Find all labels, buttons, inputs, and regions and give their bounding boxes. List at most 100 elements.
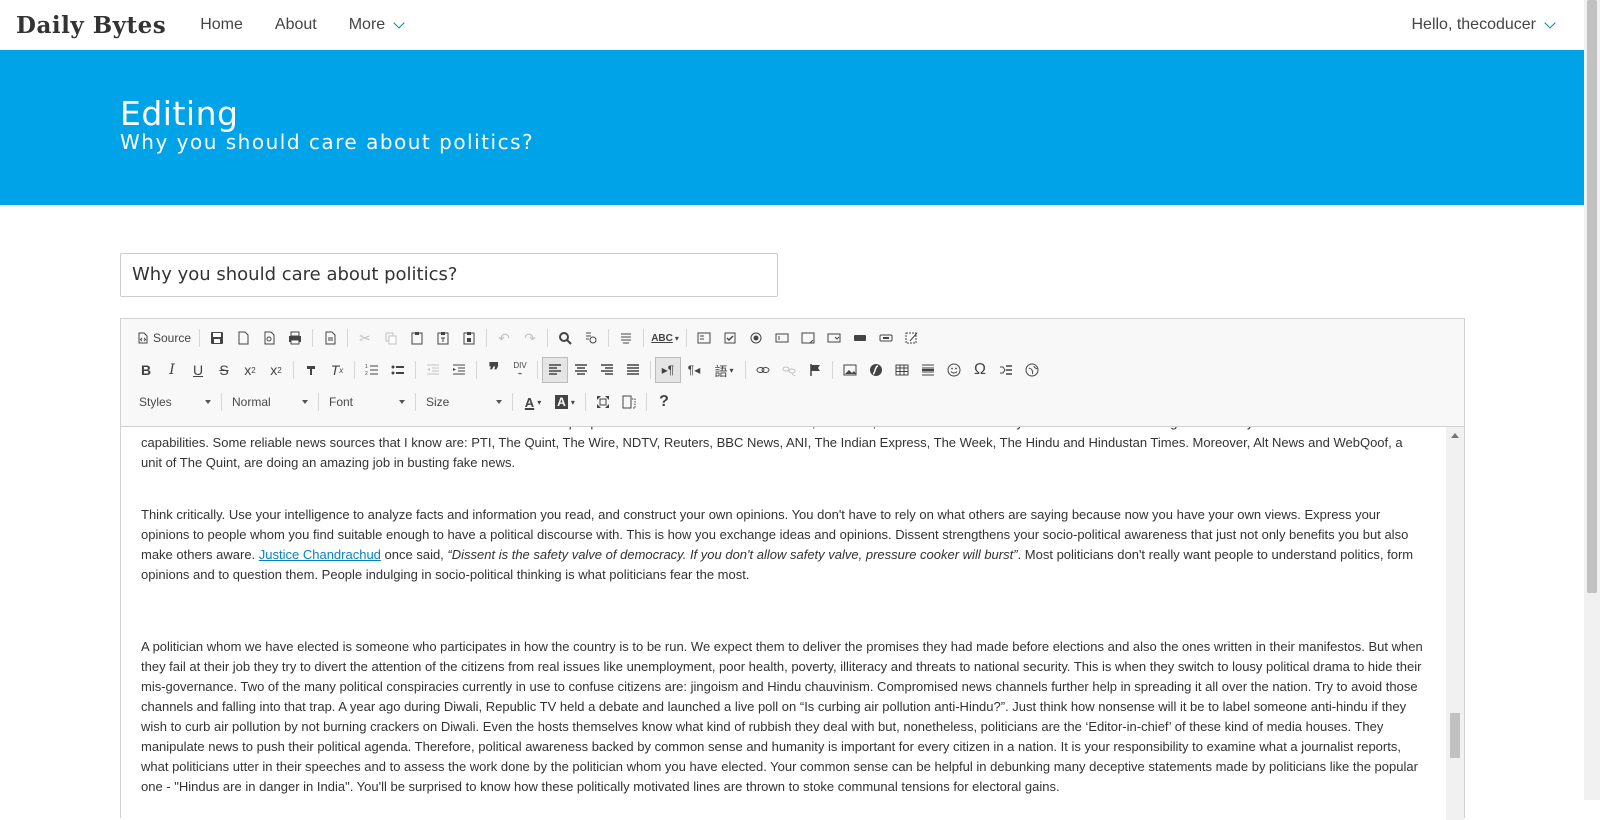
new-page-icon[interactable] [230,325,256,351]
toolbar-separator [415,361,416,379]
nav-home[interactable]: Home [200,16,243,34]
cut-icon[interactable]: ✂ [352,325,378,351]
table-icon[interactable] [889,357,915,383]
textarea-icon[interactable] [795,325,821,351]
italic-icon[interactable]: I [159,357,185,383]
align-right-icon[interactable] [594,357,620,383]
text-field-icon[interactable] [769,325,795,351]
brand-logo[interactable]: Daily Bytes [16,12,166,39]
print-icon[interactable] [282,325,308,351]
nav-links: Home About More [184,16,419,34]
page-subtitle: Why you should care about politics? [120,130,535,154]
page-break-icon[interactable] [993,357,1019,383]
format-dropdown-label: Normal [232,395,271,409]
bold-icon[interactable]: B [133,357,159,383]
toolbar-separator [686,329,688,347]
subscript-icon[interactable]: x2 [237,357,263,383]
align-center-icon[interactable] [568,357,594,383]
image-button-icon[interactable] [873,325,899,351]
redo-icon[interactable]: ↷ [517,325,543,351]
show-blocks-icon[interactable] [616,389,642,415]
unlink-icon[interactable] [776,357,802,383]
find-icon[interactable] [552,325,578,351]
bulleted-list-icon[interactable] [385,357,411,383]
smiley-icon[interactable] [941,357,967,383]
radio-icon[interactable] [743,325,769,351]
chevron-down-icon [393,16,405,29]
post-title-input[interactable]: Why you should care about politics? [120,253,778,297]
scrollbar-thumb[interactable] [1450,713,1460,758]
toolbar-separator [293,361,294,379]
horizontal-rule-icon[interactable] [915,357,941,383]
select-field-icon[interactable] [821,325,847,351]
nav-about[interactable]: About [275,16,317,34]
underline-icon[interactable]: U [185,357,211,383]
button-icon[interactable] [847,325,873,351]
justice-chandrachud-link[interactable]: Justice Chandrachud [259,547,381,562]
background-color-icon[interactable]: A ▾ [549,389,581,415]
link-icon[interactable] [750,357,776,383]
indent-icon[interactable] [446,357,472,383]
toolbar-separator [547,329,549,347]
nav-more[interactable]: More [348,16,405,34]
styles-dropdown[interactable]: Styles [133,391,217,413]
paste-word-icon[interactable] [456,325,482,351]
scrollbar-thumb[interactable] [1587,0,1597,593]
align-justify-icon[interactable] [620,357,646,383]
format-dropdown[interactable]: Normal [226,391,314,413]
toolbar-separator [347,329,349,347]
size-dropdown-label: Size [426,395,450,409]
toolbar-separator [486,329,488,347]
user-menu[interactable]: Hello, thecoducer [1411,0,1556,50]
paste-icon[interactable] [404,325,430,351]
ltr-icon[interactable]: ▸¶ [655,357,681,383]
language-icon[interactable]: 語 ▾ [707,357,741,383]
checkbox-icon[interactable] [717,325,743,351]
rtl-icon[interactable]: ¶◂ [681,357,707,383]
maximize-icon[interactable] [590,389,616,415]
text-color-icon[interactable]: A ▾ [517,389,549,415]
strikethrough-icon[interactable]: S [211,357,237,383]
size-dropdown[interactable]: Size [420,391,508,413]
form-icon[interactable] [691,325,717,351]
help-icon[interactable]: ? [651,389,677,415]
scroll-up-icon[interactable] [1451,433,1459,438]
image-icon[interactable] [837,357,863,383]
font-dropdown[interactable]: Font [323,391,411,413]
toolbar-separator [643,329,645,347]
replace-icon[interactable] [578,325,604,351]
save-icon[interactable] [204,325,230,351]
special-char-icon[interactable]: Ω [967,357,993,383]
remove-format-icon[interactable]: Tx [324,357,350,383]
toolbar-row-3: Styles Normal Font Size A ▾ A ▾ ? [133,389,677,415]
outdent-icon[interactable] [420,357,446,383]
editor-content[interactable]: have been embedded in new ₹2000 notes. I… [121,426,1446,820]
nav-more-label: More [348,16,386,33]
toolbar-separator [585,393,586,411]
hidden-field-icon[interactable] [899,325,925,351]
chevron-down-icon [496,400,502,404]
numbered-list-icon[interactable]: 12 [359,357,385,383]
align-left-icon[interactable] [542,357,568,383]
masthead: Editing Why you should care about politi… [0,50,1584,205]
editor-scrollbar[interactable] [1446,426,1464,820]
anchor-icon[interactable] [802,357,828,383]
page-scrollbar[interactable] [1584,0,1600,800]
flash-icon[interactable] [863,357,889,383]
preview-icon[interactable] [256,325,282,351]
copy-icon[interactable] [378,325,404,351]
paste-text-icon[interactable] [430,325,456,351]
select-all-icon[interactable] [613,325,639,351]
create-div-icon[interactable]: DIV ⌁ [507,357,533,383]
paragraph: have been embedded in new ₹2000 notes. I… [141,427,1409,470]
iframe-icon[interactable] [1019,357,1045,383]
rich-text-editor: Source ✂ ↶ ↷ ABC ▾ B I U S x 2 x 2 T x 1… [120,318,1465,820]
undo-icon[interactable]: ↶ [491,325,517,351]
source-button[interactable]: Source [133,325,195,351]
blockquote-icon[interactable]: ❞ [481,357,507,383]
superscript-icon[interactable]: x2 [263,357,289,383]
source-icon [138,332,148,344]
templates-icon[interactable] [317,325,343,351]
copy-format-icon[interactable] [298,357,324,383]
spellcheck-icon[interactable]: ABC ▾ [648,325,682,351]
